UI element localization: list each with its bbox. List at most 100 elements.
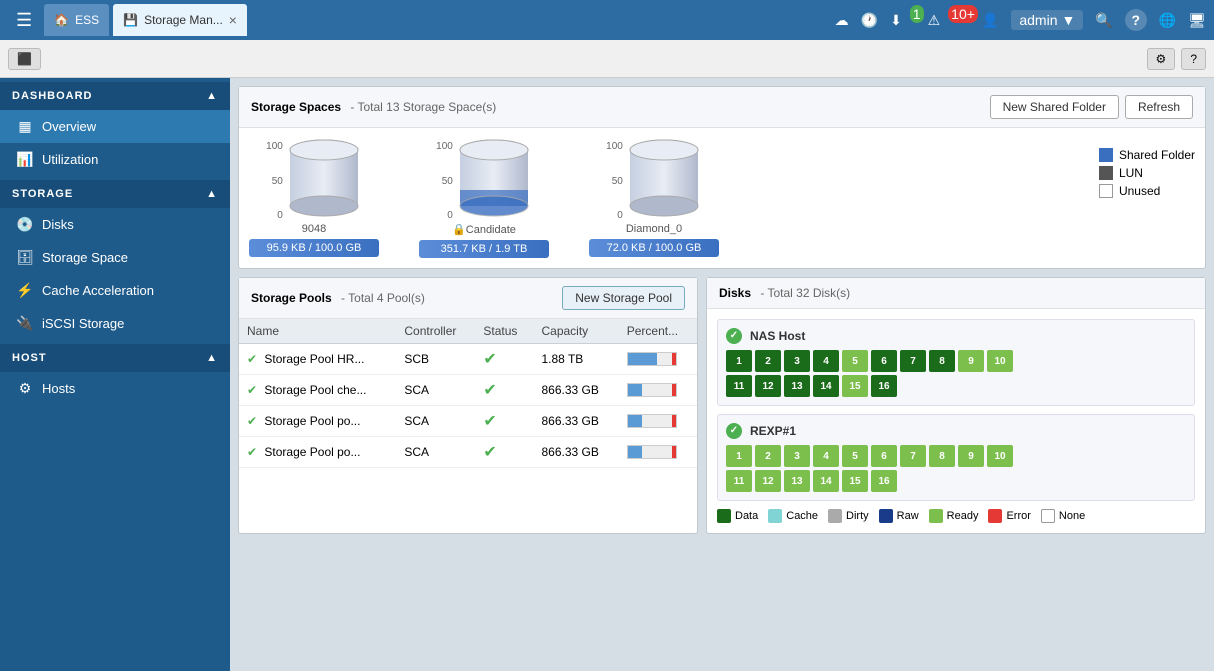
- legend-item: Dirty: [828, 509, 869, 523]
- table-row[interactable]: ✔ Storage Pool che... SCA ✔ 866.33 GB: [239, 375, 697, 406]
- disk-cell[interactable]: 15: [842, 470, 868, 492]
- disk-cell[interactable]: 1: [726, 445, 752, 467]
- disk-cell[interactable]: 14: [813, 470, 839, 492]
- help-icon[interactable]: ?: [1125, 9, 1147, 31]
- legend-color-box: [879, 509, 893, 523]
- disk-cell[interactable]: 16: [871, 470, 897, 492]
- menu-icon[interactable]: ☰: [8, 6, 40, 35]
- disk-cell[interactable]: 10: [987, 445, 1013, 467]
- disk-cell[interactable]: 14: [813, 375, 839, 397]
- disk-cell[interactable]: 11: [726, 375, 752, 397]
- disk-cell[interactable]: 15: [842, 375, 868, 397]
- disk-cell[interactable]: 1: [726, 350, 752, 372]
- disk-cell[interactable]: 13: [784, 375, 810, 397]
- dashboard-section[interactable]: DASHBOARD ▲: [0, 82, 230, 110]
- help-button[interactable]: ?: [1181, 48, 1206, 70]
- sidebar-item-hosts[interactable]: ⚙ Hosts: [0, 372, 230, 405]
- sidebar-item-cache[interactable]: ⚡ Cache Acceleration: [0, 274, 230, 307]
- admin-menu[interactable]: admin ▼: [1011, 10, 1083, 30]
- pool-percent: [619, 437, 697, 468]
- disk-cell[interactable]: 13: [784, 470, 810, 492]
- storage-manager-tab[interactable]: 💾 Storage Man... ×: [113, 4, 247, 36]
- legend-item: Cache: [768, 509, 818, 523]
- sidebar-item-storage-space[interactable]: 🗄 Storage Space: [0, 241, 230, 274]
- legend-color-box: [988, 509, 1002, 523]
- main-content: Storage Spaces - Total 13 Storage Space(…: [230, 78, 1214, 671]
- storage-legend: Shared Folder LUN Unused: [1099, 148, 1195, 198]
- disk-cell[interactable]: 5: [842, 445, 868, 467]
- cache-label: Cache Acceleration: [42, 283, 154, 298]
- cloud-icon[interactable]: ☁: [835, 12, 849, 29]
- legend-label: Dirty: [846, 510, 869, 522]
- pool-status: ✔: [475, 344, 533, 375]
- sidebar-item-utilization[interactable]: 📊 Utilization: [0, 143, 230, 176]
- disk-cell[interactable]: 3: [784, 445, 810, 467]
- sidebar-item-disks[interactable]: 💿 Disks: [0, 208, 230, 241]
- disk-cell[interactable]: 6: [871, 350, 897, 372]
- disk-host-header: ✓ REXP#1: [726, 423, 1186, 439]
- pool-name: ✔ Storage Pool po...: [239, 437, 396, 468]
- pool-status-icon: ✔: [247, 414, 257, 428]
- storage-pools-title: Storage Pools - Total 4 Pool(s): [251, 291, 425, 305]
- disk-cell[interactable]: 7: [900, 445, 926, 467]
- col-status: Status: [475, 319, 533, 344]
- disk-cell[interactable]: 12: [755, 470, 781, 492]
- pool-status-icon: ✔: [247, 445, 257, 459]
- alert-badge: 10+: [948, 5, 978, 23]
- disk-cell[interactable]: 4: [813, 350, 839, 372]
- sidebar-item-overview[interactable]: ▦ Overview: [0, 110, 230, 143]
- table-row[interactable]: ✔ Storage Pool po... SCA ✔ 866.33 GB: [239, 406, 697, 437]
- disk-cell[interactable]: 7: [900, 350, 926, 372]
- disk-cell[interactable]: 2: [755, 350, 781, 372]
- disk-cell[interactable]: 5: [842, 350, 868, 372]
- storage-section[interactable]: STORAGE ▲: [0, 180, 230, 208]
- alert-icon[interactable]: ⚠10+: [928, 12, 970, 29]
- new-shared-folder-button[interactable]: New Shared Folder: [990, 95, 1119, 119]
- dashboard-label: DASHBOARD: [12, 90, 93, 102]
- pool-controller: SCA: [396, 406, 475, 437]
- legend-label: Raw: [897, 510, 919, 522]
- host-section[interactable]: HOST ▲: [0, 344, 230, 372]
- legend-item: Error: [988, 509, 1030, 523]
- disk-host-group: ✓ REXP#1 12345678910111213141516: [717, 414, 1195, 501]
- legend-label: Cache: [786, 510, 818, 522]
- col-controller: Controller: [396, 319, 475, 344]
- bottom-panels: Storage Pools - Total 4 Pool(s) New Stor…: [238, 277, 1206, 534]
- monitor-icon[interactable]: 🖥: [1188, 12, 1206, 29]
- disk-cell[interactable]: 10: [987, 350, 1013, 372]
- disk-cell[interactable]: 16: [871, 375, 897, 397]
- cylinder-svg-9048: [287, 138, 362, 218]
- toggle-panel-button[interactable]: ⬛: [8, 48, 41, 70]
- globe-icon[interactable]: 🌐: [1159, 12, 1176, 29]
- disk-cell[interactable]: 6: [871, 445, 897, 467]
- disk-cell[interactable]: 2: [755, 445, 781, 467]
- disks-icon: 💿: [16, 216, 34, 233]
- disk-cell[interactable]: 4: [813, 445, 839, 467]
- disk-cell[interactable]: 9: [958, 350, 984, 372]
- search-icon[interactable]: 🔍: [1095, 12, 1112, 29]
- new-storage-pool-button[interactable]: New Storage Pool: [562, 286, 685, 310]
- close-tab-icon[interactable]: ×: [229, 12, 237, 28]
- table-row[interactable]: ✔ Storage Pool po... SCA ✔ 866.33 GB: [239, 437, 697, 468]
- home-tab[interactable]: 🏠 ESS: [44, 4, 109, 36]
- settings-button[interactable]: ⚙: [1147, 48, 1176, 70]
- disk-cell[interactable]: 9: [958, 445, 984, 467]
- pool-percent: [619, 375, 697, 406]
- clock-icon[interactable]: 🕐: [861, 12, 878, 29]
- pool-capacity: 866.33 GB: [533, 437, 618, 468]
- disk-cell[interactable]: 11: [726, 470, 752, 492]
- col-capacity: Capacity: [533, 319, 618, 344]
- disk-cell[interactable]: 8: [929, 350, 955, 372]
- disk-cell[interactable]: 8: [929, 445, 955, 467]
- sidebar-item-iscsi[interactable]: 🔌 iSCSI Storage: [0, 307, 230, 340]
- admin-arrow-icon: ▼: [1061, 12, 1075, 28]
- disk-cell[interactable]: 3: [784, 350, 810, 372]
- main-layout: DASHBOARD ▲ ▦ Overview 📊 Utilization STO…: [0, 78, 1214, 671]
- table-row[interactable]: ✔ Storage Pool HR... SCB ✔ 1.88 TB: [239, 344, 697, 375]
- disk-cell[interactable]: 12: [755, 375, 781, 397]
- user-icon[interactable]: 👤: [982, 12, 999, 29]
- download-badge: 1: [910, 5, 924, 23]
- legend-label: Data: [735, 510, 758, 522]
- refresh-button[interactable]: Refresh: [1125, 95, 1193, 119]
- download-icon[interactable]: ⬇1: [890, 12, 916, 29]
